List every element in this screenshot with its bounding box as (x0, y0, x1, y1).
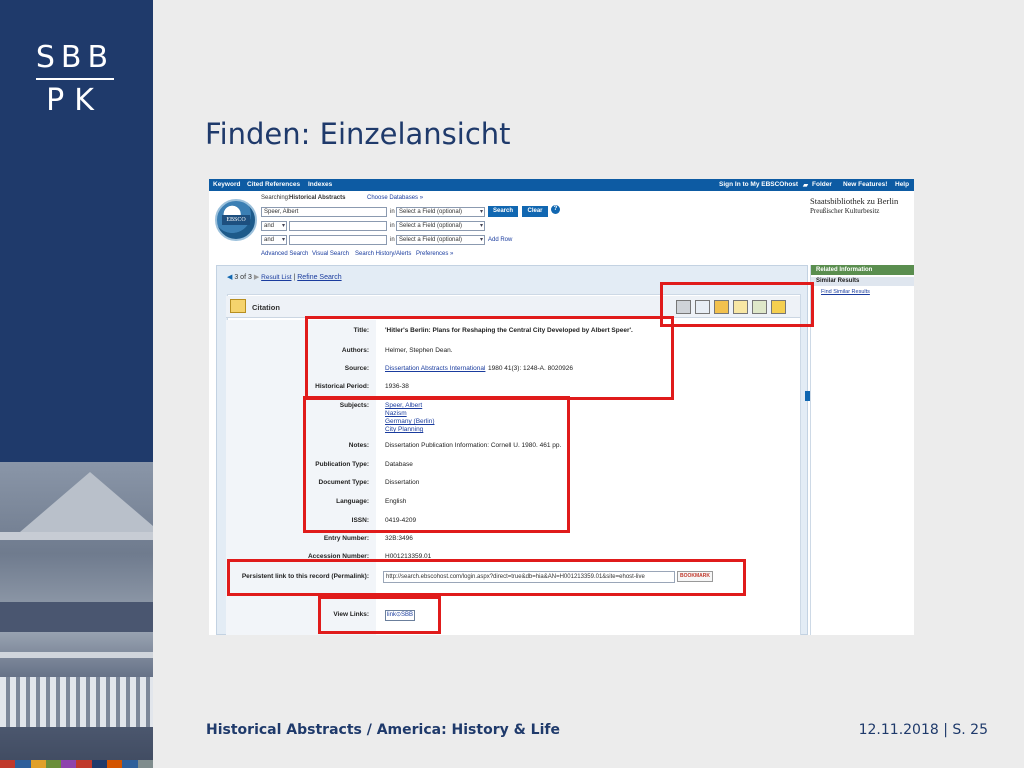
related-info-header: Related Information (811, 265, 914, 275)
building-photo (0, 462, 153, 768)
annotation-toolbar-box (660, 282, 814, 327)
citation-folder-icon (230, 299, 246, 313)
choose-databases-link[interactable]: Choose Databases » (367, 195, 423, 201)
result-list-link[interactable]: Result List (261, 274, 291, 281)
advanced-search-link[interactable]: Advanced Search (261, 251, 308, 257)
field-select-3[interactable]: Select a Field (optional) (396, 235, 485, 245)
nav-indexes[interactable]: Indexes (308, 181, 332, 188)
find-similar-results-link[interactable]: Find Similar Results (821, 289, 870, 295)
field-select-2[interactable]: Select a Field (optional) (396, 221, 485, 231)
nav-signin[interactable]: Sign In to My EBSCOhost (719, 181, 798, 188)
search-button[interactable]: Search (488, 206, 518, 217)
slide-title: Finden: Einzelansicht (205, 117, 511, 151)
database-name: Historical Abstracts (289, 195, 346, 201)
nav-keyword[interactable]: Keyword (213, 181, 240, 188)
in-label-2: in (390, 223, 395, 229)
result-pager: ◀ 3 of 3 ▶ Result List | Refine Search (227, 274, 342, 281)
facade-line (0, 652, 153, 658)
field-select-1[interactable]: Select a Field (optional) (396, 207, 485, 217)
ebsco-top-nav: Keyword Cited References Indexes Sign In… (209, 179, 914, 191)
pager-position: 3 of 3 (234, 274, 252, 281)
facade-columns (0, 677, 153, 727)
search-history-link[interactable]: Search History/Alerts (355, 251, 411, 257)
color-strip (0, 760, 153, 768)
nav-new-features[interactable]: New Features! (843, 181, 887, 188)
preferences-link[interactable]: Preferences » (416, 251, 453, 257)
library-subtitle: Preußischer Kulturbesitz (810, 207, 880, 215)
folder-icon: ▰ (803, 182, 808, 189)
logo-top-text: SBB (35, 40, 115, 75)
nav-folder[interactable]: Folder (812, 181, 832, 188)
annotation-subjects-box (303, 396, 570, 533)
library-name: Staatsbibliothek zu Berlin Preußischer K… (810, 196, 898, 216)
prev-arrow-icon[interactable]: ◀ (227, 274, 232, 281)
sbb-pk-logo: SBB PK (30, 40, 120, 118)
operator-select-3[interactable]: and (261, 235, 287, 245)
footer-title: Historical Abstracts / America: History … (206, 722, 560, 738)
ebsco-logo-text: EBSCO (222, 215, 250, 225)
annotation-permalink-box (227, 559, 746, 596)
logo-divider (36, 78, 114, 80)
annotation-viewlinks-box (318, 596, 441, 634)
search-input-2[interactable] (289, 221, 387, 231)
entry-number-label: Entry Number: (323, 535, 369, 542)
ebsco-logo: EBSCO (215, 199, 257, 241)
refine-search-link[interactable]: Refine Search (297, 274, 341, 281)
logo-bottom-text: PK (46, 83, 104, 118)
searching-label: Searching: (261, 195, 290, 201)
search-input-3[interactable] (289, 235, 387, 245)
citation-label: Citation (252, 303, 280, 312)
similar-results-header: Similar Results (811, 277, 914, 286)
library-title: Staatsbibliothek zu Berlin (810, 196, 899, 206)
clear-button[interactable]: Clear (522, 206, 548, 217)
in-label-1: in (390, 209, 395, 215)
help-icon[interactable]: ? (551, 205, 560, 214)
add-row-link[interactable]: Add Row (488, 237, 512, 243)
search-input-1[interactable]: Speer, Albert (261, 207, 387, 217)
footer-date-page: 12.11.2018 | S. 25 (858, 722, 988, 738)
operator-select-2[interactable]: and (261, 221, 287, 231)
in-label-3: in (390, 237, 395, 243)
entry-number-value: 32B:3496 (385, 535, 413, 542)
related-information-panel: Related Information Similar Results Find… (810, 265, 914, 635)
brand-column: SBB PK (0, 0, 153, 768)
pediment-shape (20, 472, 153, 532)
cornice-shape (0, 532, 153, 540)
next-arrow-icon[interactable]: ▶ (254, 274, 259, 281)
nav-help[interactable]: Help (895, 181, 909, 188)
visual-search-link[interactable]: Visual Search (312, 251, 349, 257)
nav-cited-references[interactable]: Cited References (247, 181, 300, 188)
annotation-title-box (305, 316, 674, 400)
roof-band (0, 602, 153, 632)
